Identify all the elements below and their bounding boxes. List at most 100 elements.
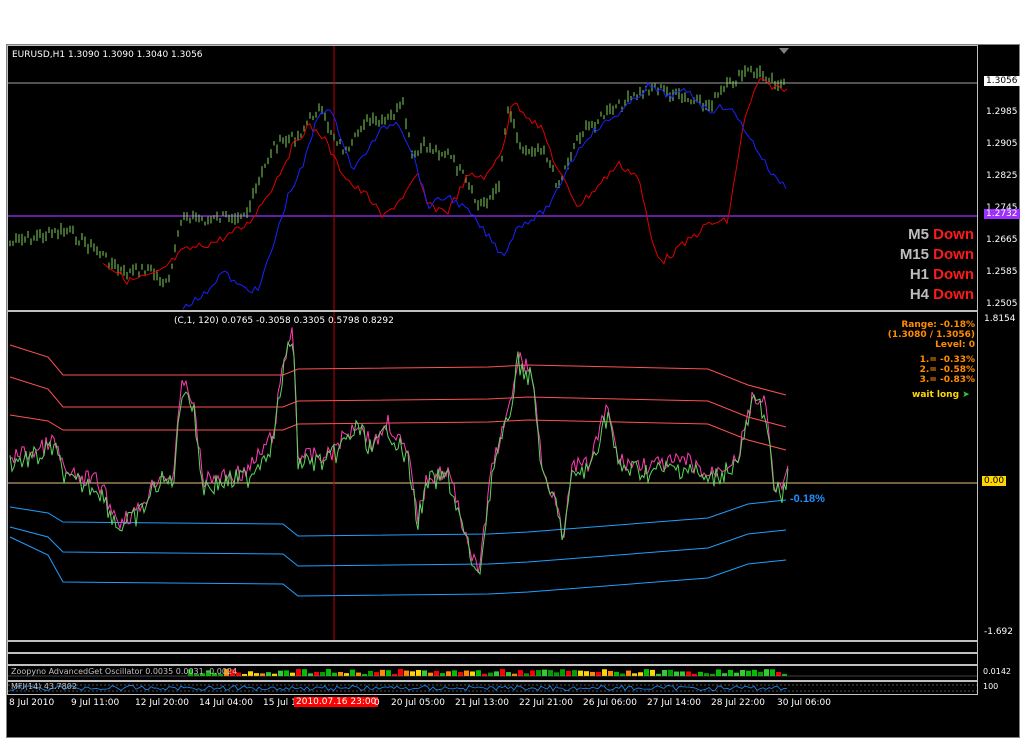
oscillator-bar [314,671,319,676]
red-overlay-line [102,78,788,286]
time-axis[interactable]: 8 Jul 2010 9 Jul 11:00 12 Jul 20:00 14 J… [7,695,1019,717]
oscillator-bar [260,673,265,676]
oscillator-bar [476,670,481,676]
oscillator-bar [590,671,595,676]
range-sub-text: (1.3080 / 1.3056) [887,330,975,340]
oscillator-pane[interactable]: Zoopyno AdvancedGet Oscillator 0.0035 0.… [7,665,978,681]
magenta-oscillator-line [9,327,789,573]
empty-subwindow-1[interactable] [7,641,978,653]
oscillator-bar [644,669,649,676]
oscillator-bar [584,671,589,676]
time-label: 0 [374,698,380,708]
oscillator-bar [452,670,457,676]
oscillator-bar [482,673,487,676]
oscillator-bar [530,670,535,676]
time-label: 26 Jul 06:00 [583,698,637,708]
oscillator-bar [272,673,277,676]
time-label: 12 Jul 20:00 [135,698,189,708]
oscillator-bar [740,669,745,676]
price-level: 1.2905 [986,139,1018,149]
oscillator-bar [242,673,247,676]
time-label: 30 Jul 06:00 [777,698,831,708]
price-chart-pane[interactable]: EURUSD,H1 1.3090 1.3090 1.3040 1.3056 M5… [7,45,978,311]
oscillator-bar [668,669,673,676]
level-1-text: 1.= -0.33% [919,355,975,365]
oscillator-bar [470,671,475,676]
oscillator-bar [614,671,619,676]
indicator-axis[interactable]: 1.8154 0.00 -1.692 [978,311,1019,641]
time-label: 27 Jul 14:00 [647,698,701,708]
time-label: 8 Jul 2010 [9,698,55,708]
oscillator-bar [290,672,295,676]
oscillator-bar [410,671,415,676]
oscillator-bar [680,671,685,676]
upper-band-3 [9,344,787,396]
mfi-axis: 100 [978,681,1019,695]
lower-band-2 [9,526,787,567]
price-chart-canvas [8,46,977,310]
indicator-scale-top: 1.8154 [984,314,1016,324]
oscillator-bar [506,672,511,676]
empty-subwindow-2[interactable] [7,653,978,665]
oscillator-bar [734,672,739,676]
oscillator-bar [578,670,583,676]
oscillator-bar [386,670,391,676]
time-label: 15 Jul 1 [263,698,297,708]
mfi-pane[interactable]: MFI(14) 43.7802 [7,681,978,695]
mfi-line [10,684,788,692]
oscillator-bar [458,671,463,676]
oscillator-bar [248,671,253,676]
price-level: 1.2825 [986,171,1018,181]
mfi-canvas [8,684,977,692]
lower-band-3 [9,536,787,597]
current-value-label: -0.18% [790,493,825,505]
oscillator-bar [362,673,367,676]
oscillator-bar [518,670,523,676]
oscillator-bar [356,672,361,676]
chart-shift-marker-icon [779,48,789,54]
oscillator-bar [308,673,313,676]
oscillator-bar [728,669,733,676]
oscillator-scale: 0.0142 [983,667,1011,676]
oscillator-bar [758,671,763,676]
signal-row-m5: M5 Down [908,226,974,243]
oscillator-bar [698,671,703,676]
indicator-pane[interactable]: (C,1, 120) 0.0765 -0.3058 0.3305 0.5798 … [7,311,978,641]
mfi-title: MFI(14) 43.7802 [11,682,77,691]
price-axis[interactable]: 1.2985 1.2905 1.2825 1.2745 1.2665 1.258… [978,45,1020,311]
oscillator-bar [278,670,283,676]
oscillator-bar [674,671,679,676]
indicator-scale-bottom: -1.692 [984,627,1014,637]
upper-band-1 [9,414,787,451]
oscillator-bar [350,669,355,676]
oscillator-bar [746,670,751,676]
range-text: Range: -0.18% [901,320,975,330]
time-label: 14 Jul 04:00 [199,698,253,708]
oscillator-bar [428,672,433,676]
oscillator-bar [626,670,631,676]
oscillator-bar [710,673,715,676]
level-text: Level: 0 [935,340,975,350]
oscillator-bar [296,669,301,676]
oscillator-bar [416,670,421,676]
oscillator-bar [302,669,307,676]
level-2-text: 2.= -0.58% [919,365,975,375]
oscillator-bar [548,670,553,676]
oscillator-bar [446,671,451,676]
oscillator-bar [596,672,601,676]
oscillator-bar [764,669,769,676]
oscillator-bar [632,673,637,676]
oscillator-bar [404,670,409,676]
price-level: 1.2985 [986,107,1018,117]
arrow-right-icon: ➤ [962,390,970,400]
oscillator-bar [344,673,349,676]
oscillator-bar [662,669,667,676]
oscillator-bar [782,673,787,676]
oscillator-axis: 0.0142 [978,665,1019,681]
oscillator-bar [338,671,343,676]
oscillator-bar [422,670,427,676]
cursor-time-label: 2010.07.16 23:00 [294,697,379,707]
oscillator-bar [776,672,781,676]
mfi-scale: 100 [983,682,999,691]
oscillator-bar [320,671,325,676]
